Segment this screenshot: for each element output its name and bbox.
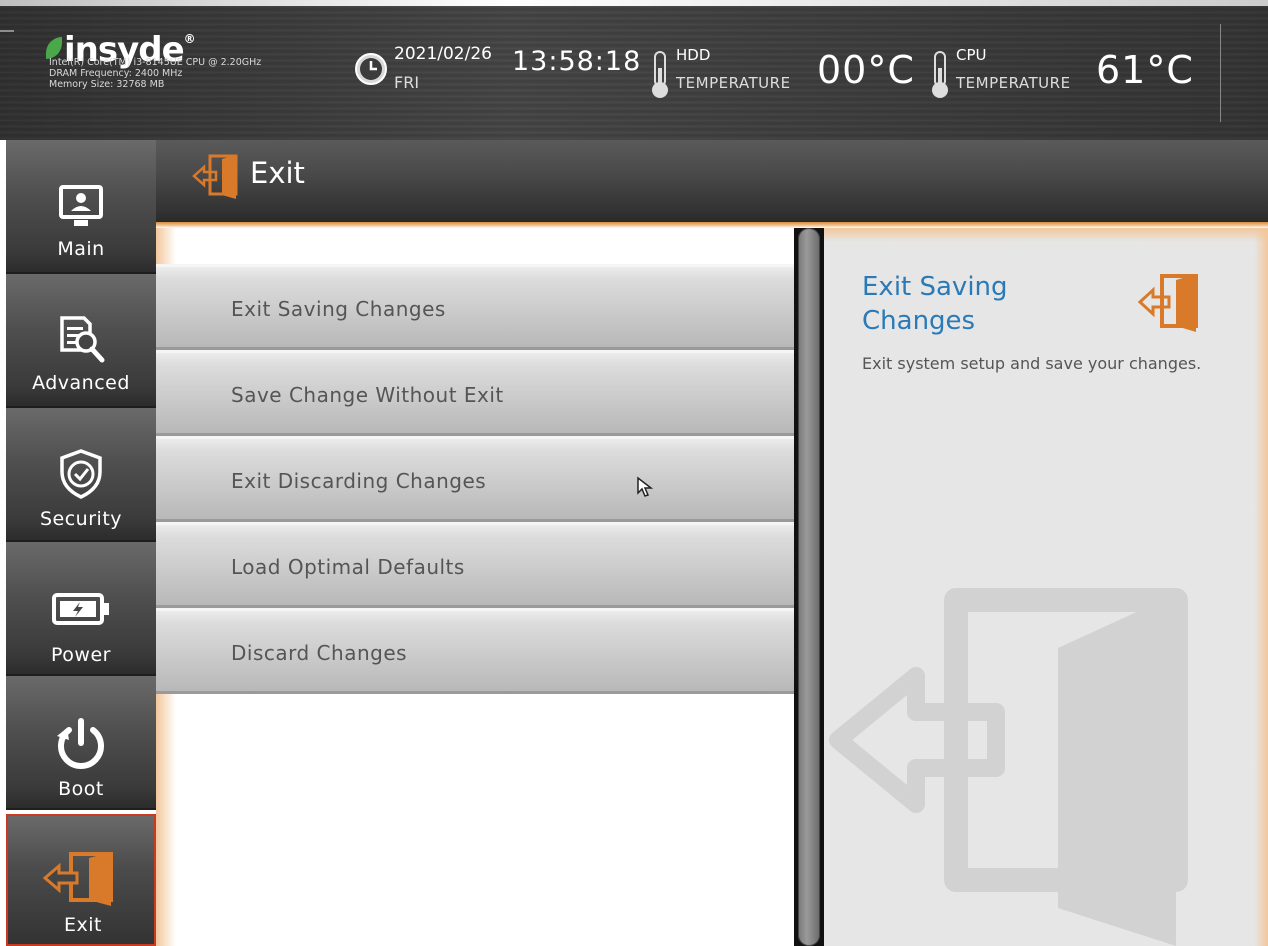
menu-item-label: Load Optimal Defaults xyxy=(231,555,465,579)
power-icon xyxy=(57,718,104,769)
memory-info: Memory Size: 32768 MB xyxy=(49,79,165,90)
cpu-info: Intel(R) Core(TM) i3-8145UE CPU @ 2.20GH… xyxy=(49,57,262,68)
menu-item-label: Exit Saving Changes xyxy=(231,297,446,321)
time-display: 13:58:18 xyxy=(512,46,642,77)
system-info: Intel(R) Core(TM) i3-8145UE CPU @ 2.20GH… xyxy=(49,57,269,90)
sidebar-item-boot[interactable]: Boot xyxy=(6,676,156,810)
hdd-temperature-label: TEMPERATURE xyxy=(676,74,791,92)
mouse-cursor-icon xyxy=(637,476,654,497)
cpu-temperature-value: 61°C xyxy=(1096,48,1194,92)
header-tick xyxy=(0,30,14,32)
battery-icon xyxy=(52,593,109,625)
page-title-bar xyxy=(156,140,1268,222)
sidebar-item-label: Exit xyxy=(64,914,102,936)
scrollbar-thumb[interactable] xyxy=(798,228,820,946)
cpu-thermometer-icon xyxy=(932,51,948,98)
hdd-thermometer-icon xyxy=(652,51,668,98)
sidebar-item-label: Boot xyxy=(58,778,104,800)
document-search-icon xyxy=(60,316,105,363)
monitor-user-icon xyxy=(59,185,103,226)
top-header: insyde® Intel(R) Core(TM) i3-8145UE CPU … xyxy=(0,0,1268,140)
sidebar-nav: Main Advanced Security Power Boot Exit xyxy=(6,140,156,946)
exit-menu: Exit Saving Changes Save Change Without … xyxy=(156,264,794,694)
exit-door-icon xyxy=(192,154,238,199)
cpu-temperature-label: TEMPERATURE xyxy=(956,74,1071,92)
menu-item-discard-changes[interactable]: Discard Changes xyxy=(156,608,794,694)
menu-item-exit-discarding-changes[interactable]: Exit Discarding Changes xyxy=(156,436,794,522)
date-display: 2021/02/26 xyxy=(394,44,492,64)
sidebar-item-advanced[interactable]: Advanced xyxy=(6,274,156,408)
help-glow xyxy=(824,228,1268,242)
menu-item-save-change-without-exit[interactable]: Save Change Without Exit xyxy=(156,350,794,436)
dram-info: DRAM Frequency: 2400 MHz xyxy=(49,68,183,79)
menu-item-label: Discard Changes xyxy=(231,641,408,665)
shield-check-icon xyxy=(60,449,102,499)
exit-door-icon xyxy=(1138,274,1198,332)
exit-door-watermark-icon xyxy=(829,588,1188,946)
sidebar-item-exit[interactable]: Exit xyxy=(6,814,156,946)
sidebar-item-label: Advanced xyxy=(32,372,130,394)
menu-item-label: Save Change Without Exit xyxy=(231,383,504,407)
help-title: Exit Saving Changes xyxy=(862,272,1008,336)
sidebar-item-label: Main xyxy=(57,238,105,260)
hdd-label: HDD xyxy=(676,46,711,64)
clock-icon xyxy=(355,53,387,85)
sidebar-item-label: Security xyxy=(39,508,123,530)
sidebar-item-power[interactable]: Power xyxy=(6,542,156,676)
top-strip xyxy=(0,0,1268,6)
menu-item-label: Exit Discarding Changes xyxy=(231,469,487,493)
help-glow-right xyxy=(1254,228,1268,946)
menu-item-load-optimal-defaults[interactable]: Load Optimal Defaults xyxy=(156,522,794,608)
sidebar-item-security[interactable]: Security xyxy=(6,408,156,542)
day-display: FRI xyxy=(394,73,420,92)
cpu-label: CPU xyxy=(956,46,987,64)
menu-item-exit-saving-changes[interactable]: Exit Saving Changes xyxy=(156,264,794,350)
page-title: Exit xyxy=(250,156,305,190)
hdd-temperature-value: 00°C xyxy=(817,48,915,92)
header-divider xyxy=(1220,24,1221,122)
help-description: Exit system setup and save your changes. xyxy=(862,354,1202,373)
sidebar-item-label: Power xyxy=(51,644,111,666)
exit-door-icon xyxy=(42,852,113,906)
sidebar-item-main[interactable]: Main xyxy=(6,140,156,274)
